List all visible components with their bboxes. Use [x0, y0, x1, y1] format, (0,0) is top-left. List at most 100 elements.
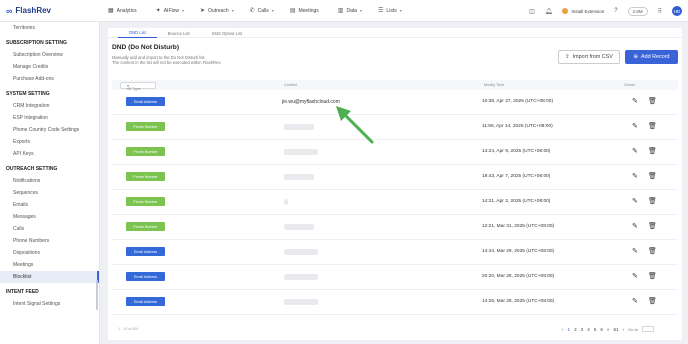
install-extension-button[interactable]: Install Extension: [562, 8, 604, 14]
sidebar-item-territories[interactable]: Territories: [0, 22, 99, 34]
tab-dnd-list[interactable]: DND List: [118, 28, 157, 38]
delete-icon[interactable]: 🗑︎: [648, 97, 657, 105]
page-link[interactable]: »: [607, 327, 610, 332]
sidebar-item-purchase-add-ons[interactable]: Purchase Add-ons: [0, 73, 99, 85]
record-type-badge: Email Address: [126, 247, 165, 256]
nav-label: Calls: [257, 7, 269, 14]
edit-icon[interactable]: ✎: [632, 172, 638, 180]
edit-icon[interactable]: ✎: [632, 247, 638, 255]
modify-time: 19:43, Apr 7, 2025 (UTC+08:00): [482, 174, 551, 179]
chevron-down-icon: ▾: [231, 8, 234, 13]
page-link[interactable]: ›: [623, 327, 625, 332]
modify-time: 14:21, Apr 2, 2025 (UTC+08:00): [482, 199, 551, 204]
delete-icon[interactable]: 🗑︎: [648, 147, 657, 155]
user-avatar[interactable]: HD: [672, 6, 682, 16]
page-link[interactable]: 4: [587, 327, 590, 332]
edit-icon[interactable]: ✎: [632, 297, 638, 305]
table-row: Email Address 14:26, Mar 28, 2025 (UTC+0…: [112, 290, 678, 315]
nav-label: AIFlow: [163, 7, 179, 14]
delete-icon[interactable]: 🗑︎: [648, 222, 657, 230]
type-filter-select[interactable]: All Type ▾: [120, 81, 156, 91]
edit-icon[interactable]: ✎: [632, 97, 638, 105]
record-type-badge: Phone Number: [126, 197, 165, 206]
main-nav: ▦ Analytics ✦ AIFlow ▾ ➤ Outreach ▾ ✆ Calls ▾ ▤ Meet…: [100, 7, 410, 15]
redacted-content: [284, 249, 318, 255]
nav-item-data[interactable]: ▥ Data ▾: [330, 7, 370, 15]
import-csv-button[interactable]: ⇪ Import from CSV: [558, 50, 620, 64]
sidebar-item-dispositions[interactable]: Dispositions: [0, 247, 99, 259]
nav-item-analytics[interactable]: ▦ Analytics: [100, 7, 148, 15]
sidebar-item-manage-credits[interactable]: Manage Credits: [0, 61, 99, 73]
chrome-icon: [562, 8, 569, 14]
nav-item-lists[interactable]: ☰ Lists ▾: [370, 7, 410, 15]
credits-badge[interactable]: 2.6M: [627, 6, 648, 16]
sidebar-item-api-keys[interactable]: API Keys: [0, 148, 99, 160]
table-row: Phone Number 11:55, Apr 14, 2025 (UTC+08…: [112, 115, 678, 140]
sidebar-item-subscription-overview[interactable]: Subscription Overview: [0, 49, 99, 61]
nav-icon: ➤: [200, 8, 206, 14]
page-link[interactable]: 3: [581, 327, 584, 332]
modify-time: 20:20, Mar 28, 2025 (UTC+08:00): [482, 274, 555, 279]
delete-icon[interactable]: 🗑︎: [648, 272, 657, 280]
page-link[interactable]: 2: [574, 327, 577, 332]
edit-icon[interactable]: ✎: [632, 197, 638, 205]
sidebar-item-blocklist[interactable]: Blocklist: [0, 271, 99, 283]
sidebar-item-exports[interactable]: Exports: [0, 136, 99, 148]
redacted-content: [284, 299, 318, 305]
sidebar-item-calls[interactable]: Calls: [0, 223, 99, 235]
sidebar-item-intent-signal-settings[interactable]: Intent Signal Settings: [0, 298, 99, 310]
sidebar-item-esp-integration[interactable]: ESP Integration: [0, 112, 99, 124]
record-type-badge: Phone Number: [126, 122, 165, 131]
modify-time: 12:21, Mar 31, 2025 (UTC+08:00): [482, 224, 555, 229]
redacted-content: [284, 224, 314, 230]
edit-icon[interactable]: ✎: [632, 147, 638, 155]
edit-icon[interactable]: ✎: [632, 222, 638, 230]
table-header: All Type ▾ Content Modify Time Owner: [112, 80, 678, 91]
import-csv-label: Import from CSV: [572, 54, 613, 60]
redacted-content: [284, 199, 288, 205]
tab-sms-optout-list[interactable]: SMS Optout List: [201, 28, 254, 38]
delete-icon[interactable]: 🗑︎: [648, 197, 657, 205]
sidebar-item-emails[interactable]: Emails: [0, 199, 99, 211]
page-link[interactable]: 1: [568, 327, 571, 332]
bell-icon[interactable]: 🔔︎: [545, 8, 553, 15]
chevron-down-icon: ▾: [271, 8, 274, 13]
page-link[interactable]: 6: [600, 327, 603, 332]
apps-icon[interactable]: ⠿: [658, 8, 662, 15]
record-type-badge: Phone Number: [126, 172, 165, 181]
delete-icon[interactable]: 🗑︎: [648, 172, 657, 180]
flashrev-logo[interactable]: ∞ FlashRev: [0, 6, 100, 16]
nav-icon: ▤: [289, 8, 296, 14]
goto-page-input[interactable]: [641, 326, 654, 332]
table-row: Email Address 14:44, Mar 29, 2025 (UTC+0…: [112, 240, 678, 265]
nav-item-outreach[interactable]: ➤ Outreach ▾: [192, 7, 242, 15]
sidebar-scrollbar[interactable]: [96, 280, 98, 310]
edit-icon[interactable]: ✎: [632, 272, 638, 280]
sidebar-item-messages[interactable]: Messages: [0, 211, 99, 223]
page-link[interactable]: 61: [613, 327, 618, 332]
edit-icon[interactable]: ✎: [632, 122, 638, 130]
delete-icon[interactable]: 🗑︎: [648, 297, 657, 305]
tab-bounce-list[interactable]: Bounce List: [157, 28, 201, 38]
page-link[interactable]: 5: [594, 327, 597, 332]
sidebar-item-sequences[interactable]: Sequences: [0, 187, 99, 199]
nav-label: Analytics: [116, 7, 137, 14]
record-type-badge: Email Address: [126, 272, 165, 281]
sidebar-item-notifications[interactable]: Notifications: [0, 175, 99, 187]
record-type-badge: Email Address: [126, 97, 165, 106]
sidebar-item-phone-numbers[interactable]: Phone Numbers: [0, 235, 99, 247]
delete-icon[interactable]: 🗑︎: [648, 122, 657, 130]
grid-icon[interactable]: ◫: [529, 8, 535, 15]
delete-icon[interactable]: 🗑︎: [648, 247, 657, 255]
redacted-content: [284, 174, 314, 180]
sidebar-item-crm-integration[interactable]: CRM Integration: [0, 100, 99, 112]
sidebar-item-meetings[interactable]: Meetings: [0, 259, 99, 271]
page-link[interactable]: ‹: [562, 327, 564, 332]
add-record-button[interactable]: ⊕ Add Record: [625, 50, 678, 64]
nav-item-meetings[interactable]: ▤ Meetings: [282, 7, 330, 15]
help-icon[interactable]: ?: [614, 8, 617, 14]
nav-label: Meetings: [298, 7, 319, 14]
nav-item-aiflow[interactable]: ✦ AIFlow ▾: [148, 7, 192, 15]
nav-item-calls[interactable]: ✆ Calls ▾: [242, 7, 282, 15]
sidebar-item-phone-country-code-settings[interactable]: Phone Country Code Settings: [0, 124, 99, 136]
